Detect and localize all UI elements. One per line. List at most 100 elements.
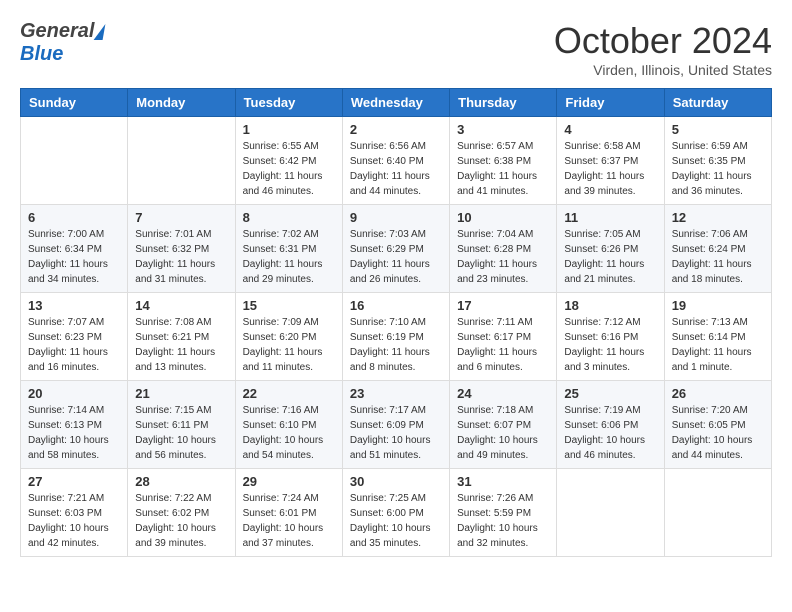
- day-number: 5: [672, 122, 764, 137]
- day-detail: Sunrise: 7:25 AM Sunset: 6:00 PM Dayligh…: [350, 491, 442, 551]
- day-detail: Sunrise: 7:15 AM Sunset: 6:11 PM Dayligh…: [135, 403, 227, 463]
- day-detail: Sunrise: 7:26 AM Sunset: 5:59 PM Dayligh…: [457, 491, 549, 551]
- day-detail: Sunrise: 7:22 AM Sunset: 6:02 PM Dayligh…: [135, 491, 227, 551]
- calendar-cell: 11 Sunrise: 7:05 AM Sunset: 6:26 PM Dayli…: [557, 205, 664, 293]
- weekday-header: Saturday: [664, 89, 771, 117]
- day-number: 12: [672, 210, 764, 225]
- calendar-cell: 7 Sunrise: 7:01 AM Sunset: 6:32 PM Daylig…: [128, 205, 235, 293]
- calendar-cell: 5 Sunrise: 6:59 AM Sunset: 6:35 PM Daylig…: [664, 117, 771, 205]
- day-detail: Sunrise: 7:01 AM Sunset: 6:32 PM Dayligh…: [135, 227, 227, 287]
- day-detail: Sunrise: 7:12 AM Sunset: 6:16 PM Dayligh…: [564, 315, 656, 375]
- day-detail: Sunrise: 6:59 AM Sunset: 6:35 PM Dayligh…: [672, 139, 764, 199]
- day-number: 4: [564, 122, 656, 137]
- day-number: 13: [28, 298, 120, 313]
- day-detail: Sunrise: 7:20 AM Sunset: 6:05 PM Dayligh…: [672, 403, 764, 463]
- calendar-cell: 2 Sunrise: 6:56 AM Sunset: 6:40 PM Daylig…: [342, 117, 449, 205]
- day-detail: Sunrise: 7:00 AM Sunset: 6:34 PM Dayligh…: [28, 227, 120, 287]
- calendar-week-row: 20 Sunrise: 7:14 AM Sunset: 6:13 PM Dayli…: [21, 381, 772, 469]
- calendar-cell: 24 Sunrise: 7:18 AM Sunset: 6:07 PM Dayli…: [450, 381, 557, 469]
- day-number: 24: [457, 386, 549, 401]
- calendar-cell: 15 Sunrise: 7:09 AM Sunset: 6:20 PM Dayli…: [235, 293, 342, 381]
- day-detail: Sunrise: 6:58 AM Sunset: 6:37 PM Dayligh…: [564, 139, 656, 199]
- calendar-cell: [664, 469, 771, 557]
- day-detail: Sunrise: 7:18 AM Sunset: 6:07 PM Dayligh…: [457, 403, 549, 463]
- day-detail: Sunrise: 6:57 AM Sunset: 6:38 PM Dayligh…: [457, 139, 549, 199]
- day-detail: Sunrise: 7:10 AM Sunset: 6:19 PM Dayligh…: [350, 315, 442, 375]
- calendar-cell: 30Sunrise: 7:25 AM Sunset: 6:00 PM Dayli…: [342, 469, 449, 557]
- day-detail: Sunrise: 7:14 AM Sunset: 6:13 PM Dayligh…: [28, 403, 120, 463]
- logo: General Blue: [20, 20, 104, 66]
- weekday-header: Friday: [557, 89, 664, 117]
- calendar-cell: 18 Sunrise: 7:12 AM Sunset: 6:16 PM Dayli…: [557, 293, 664, 381]
- day-number: 20: [28, 386, 120, 401]
- day-number: 1: [243, 122, 335, 137]
- day-detail: Sunrise: 7:05 AM Sunset: 6:26 PM Dayligh…: [564, 227, 656, 287]
- day-number: 26: [672, 386, 764, 401]
- day-detail: Sunrise: 7:17 AM Sunset: 6:09 PM Dayligh…: [350, 403, 442, 463]
- day-number: 21: [135, 386, 227, 401]
- calendar-cell: [128, 117, 235, 205]
- day-detail: Sunrise: 7:09 AM Sunset: 6:20 PM Dayligh…: [243, 315, 335, 375]
- day-number: 27: [28, 474, 120, 489]
- day-number: 6: [28, 210, 120, 225]
- location: Virden, Illinois, United States: [554, 62, 772, 78]
- day-number: 25: [564, 386, 656, 401]
- calendar-cell: 14 Sunrise: 7:08 AM Sunset: 6:21 PM Dayli…: [128, 293, 235, 381]
- day-number: 28: [135, 474, 227, 489]
- calendar-cell: 4 Sunrise: 6:58 AM Sunset: 6:37 PM Daylig…: [557, 117, 664, 205]
- day-number: 14: [135, 298, 227, 313]
- calendar-cell: 31 Sunrise: 7:26 AM Sunset: 5:59 PM Dayli…: [450, 469, 557, 557]
- day-number: 2: [350, 122, 442, 137]
- calendar-cell: 3 Sunrise: 6:57 AM Sunset: 6:38 PM Daylig…: [450, 117, 557, 205]
- day-number: 8: [243, 210, 335, 225]
- month-title: October 2024: [554, 20, 772, 62]
- day-number: 31: [457, 474, 549, 489]
- weekday-header: Monday: [128, 89, 235, 117]
- calendar-cell: 13Sunrise: 7:07 AM Sunset: 6:23 PM Dayli…: [21, 293, 128, 381]
- day-detail: Sunrise: 7:03 AM Sunset: 6:29 PM Dayligh…: [350, 227, 442, 287]
- day-detail: Sunrise: 6:56 AM Sunset: 6:40 PM Dayligh…: [350, 139, 442, 199]
- calendar-cell: 19 Sunrise: 7:13 AM Sunset: 6:14 PM Dayli…: [664, 293, 771, 381]
- day-detail: Sunrise: 7:16 AM Sunset: 6:10 PM Dayligh…: [243, 403, 335, 463]
- calendar-header-row: SundayMondayTuesdayWednesdayThursdayFrid…: [21, 89, 772, 117]
- weekday-header: Thursday: [450, 89, 557, 117]
- calendar-week-row: 6 Sunrise: 7:00 AM Sunset: 6:34 PM Daylig…: [21, 205, 772, 293]
- calendar-cell: 1Sunrise: 6:55 AM Sunset: 6:42 PM Daylig…: [235, 117, 342, 205]
- day-number: 15: [243, 298, 335, 313]
- calendar-cell: 10Sunrise: 7:04 AM Sunset: 6:28 PM Dayli…: [450, 205, 557, 293]
- calendar-cell: 25 Sunrise: 7:19 AM Sunset: 6:06 PM Dayli…: [557, 381, 664, 469]
- day-number: 3: [457, 122, 549, 137]
- day-detail: Sunrise: 7:08 AM Sunset: 6:21 PM Dayligh…: [135, 315, 227, 375]
- day-number: 22: [243, 386, 335, 401]
- day-number: 29: [243, 474, 335, 489]
- day-number: 7: [135, 210, 227, 225]
- calendar-week-row: 1Sunrise: 6:55 AM Sunset: 6:42 PM Daylig…: [21, 117, 772, 205]
- day-number: 18: [564, 298, 656, 313]
- calendar-cell: 21 Sunrise: 7:15 AM Sunset: 6:11 PM Dayli…: [128, 381, 235, 469]
- day-detail: Sunrise: 7:13 AM Sunset: 6:14 PM Dayligh…: [672, 315, 764, 375]
- weekday-header: Sunday: [21, 89, 128, 117]
- calendar-week-row: 13Sunrise: 7:07 AM Sunset: 6:23 PM Dayli…: [21, 293, 772, 381]
- day-number: 11: [564, 210, 656, 225]
- calendar-cell: [557, 469, 664, 557]
- calendar-cell: 16Sunrise: 7:10 AM Sunset: 6:19 PM Dayli…: [342, 293, 449, 381]
- day-detail: Sunrise: 7:04 AM Sunset: 6:28 PM Dayligh…: [457, 227, 549, 287]
- calendar-cell: 22 Sunrise: 7:16 AM Sunset: 6:10 PM Dayli…: [235, 381, 342, 469]
- calendar-cell: 9Sunrise: 7:03 AM Sunset: 6:29 PM Daylig…: [342, 205, 449, 293]
- calendar-cell: 27 Sunrise: 7:21 AM Sunset: 6:03 PM Dayli…: [21, 469, 128, 557]
- day-detail: Sunrise: 7:19 AM Sunset: 6:06 PM Dayligh…: [564, 403, 656, 463]
- page-header: General Blue October 2024 Virden, Illino…: [20, 20, 772, 78]
- calendar-cell: 6 Sunrise: 7:00 AM Sunset: 6:34 PM Daylig…: [21, 205, 128, 293]
- logo-blue: Blue: [20, 43, 63, 65]
- weekday-header: Wednesday: [342, 89, 449, 117]
- day-number: 19: [672, 298, 764, 313]
- calendar-cell: 8 Sunrise: 7:02 AM Sunset: 6:31 PM Daylig…: [235, 205, 342, 293]
- day-detail: Sunrise: 7:06 AM Sunset: 6:24 PM Dayligh…: [672, 227, 764, 287]
- weekday-header: Tuesday: [235, 89, 342, 117]
- day-detail: Sunrise: 7:21 AM Sunset: 6:03 PM Dayligh…: [28, 491, 120, 551]
- calendar-cell: [21, 117, 128, 205]
- day-number: 17: [457, 298, 549, 313]
- calendar-cell: 12 Sunrise: 7:06 AM Sunset: 6:24 PM Dayli…: [664, 205, 771, 293]
- day-detail: Sunrise: 7:02 AM Sunset: 6:31 PM Dayligh…: [243, 227, 335, 287]
- calendar-cell: 29Sunrise: 7:24 AM Sunset: 6:01 PM Dayli…: [235, 469, 342, 557]
